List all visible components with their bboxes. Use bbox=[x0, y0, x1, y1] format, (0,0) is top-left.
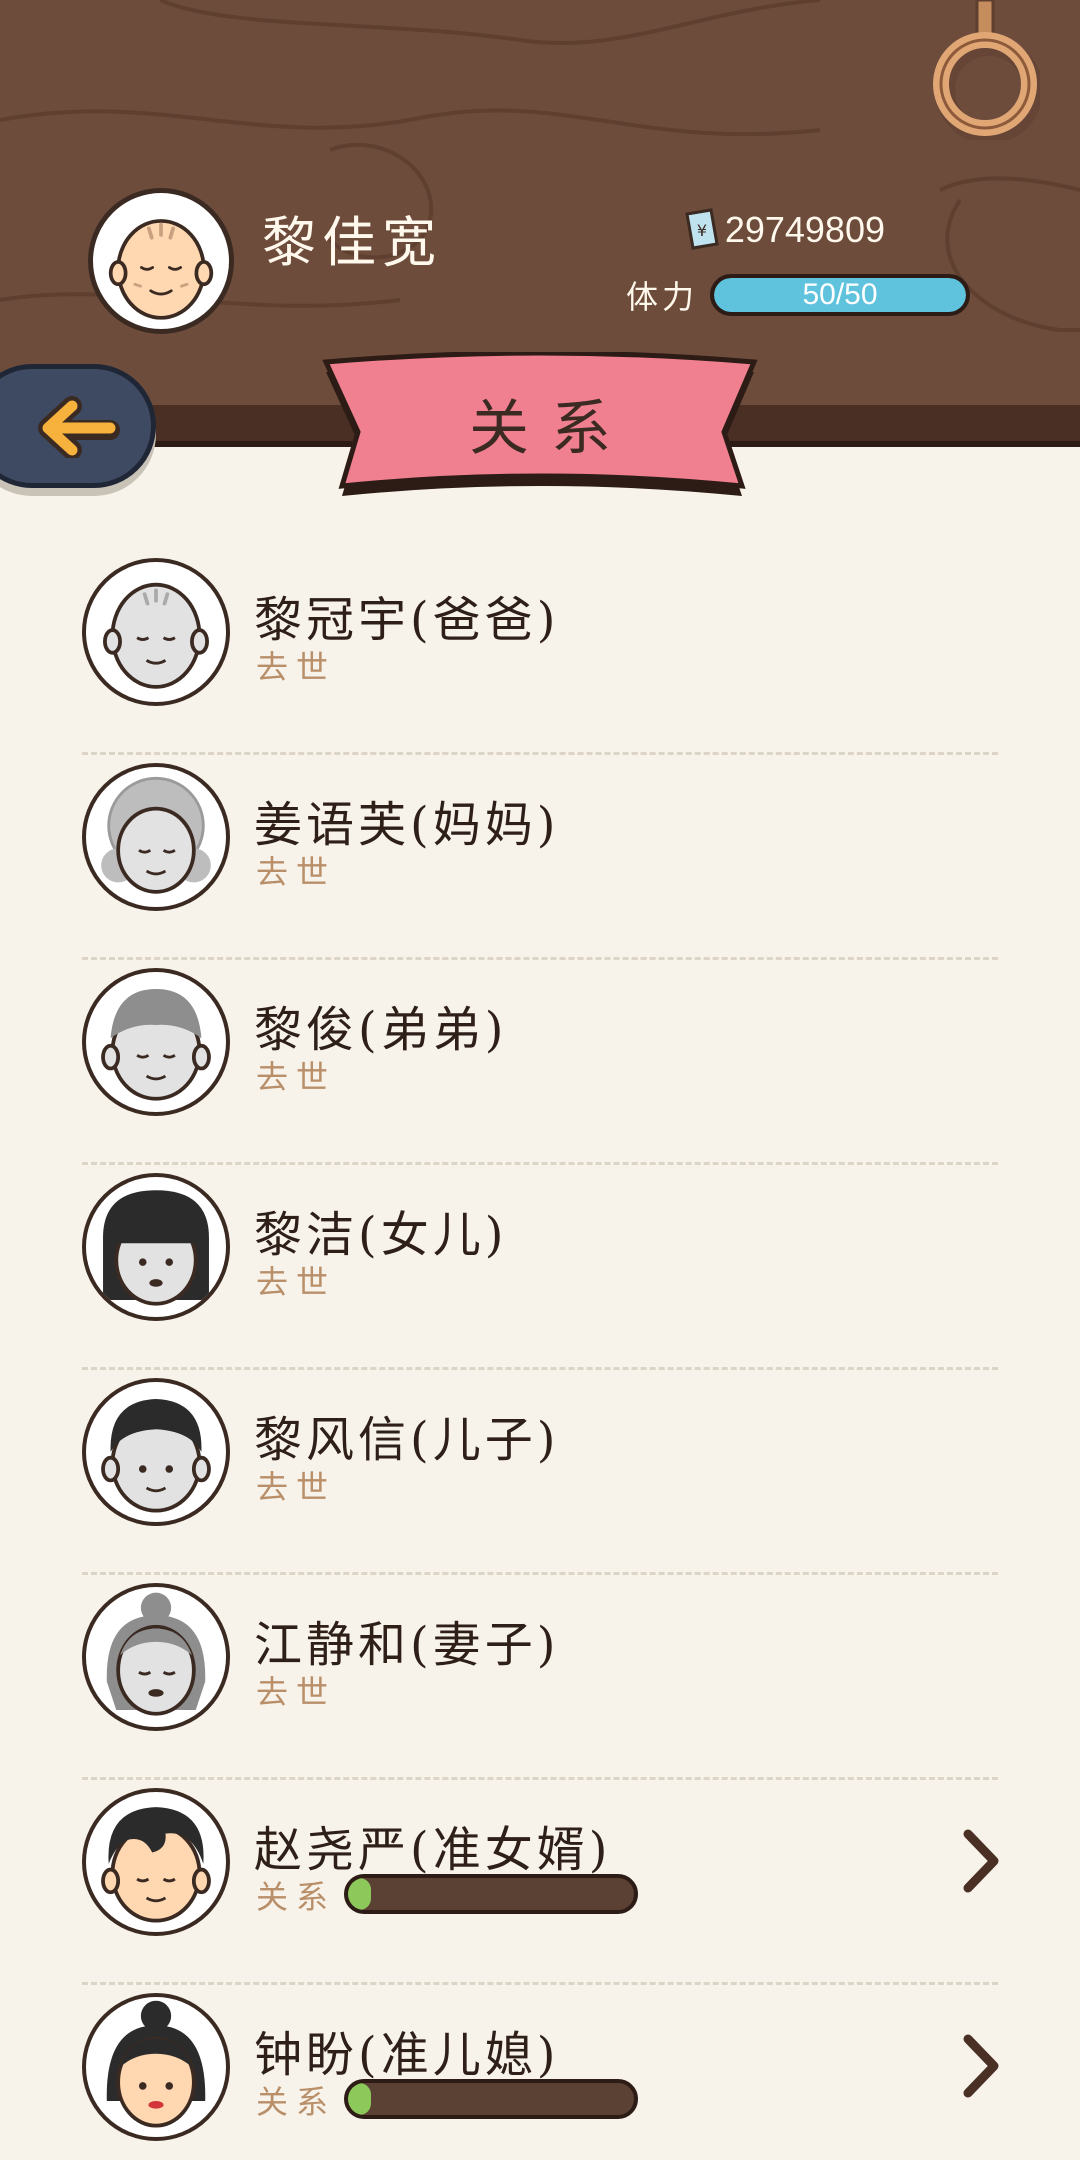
player-face-icon bbox=[108, 219, 214, 320]
chevron-right-icon[interactable] bbox=[960, 1826, 1002, 1896]
chevron-right-icon[interactable] bbox=[960, 2031, 1002, 2101]
relation-list: 黎冠宇(爸爸) 去世 姜语芙(妈妈) 去世 黎俊(弟弟) 去世 黎洁(女儿) 去世 黎风… bbox=[0, 550, 1080, 2160]
relation-row: 姜语芙(妈妈) 去世 bbox=[0, 755, 1080, 960]
relation-avatar bbox=[82, 1173, 230, 1321]
relation-avatar bbox=[82, 558, 230, 706]
back-button[interactable] bbox=[0, 364, 156, 488]
relation-name: 黎冠宇(爸爸) bbox=[254, 592, 560, 648]
money-value: 29749809 bbox=[724, 209, 885, 250]
stamina-label: 体力 bbox=[626, 278, 699, 316]
man-short-hair-face-icon bbox=[101, 1399, 211, 1513]
old-woman-curly-face-icon bbox=[101, 776, 211, 894]
relation-status-deceased: 去世 bbox=[256, 1673, 337, 1711]
relation-name: 黎俊(弟弟) bbox=[254, 1002, 508, 1058]
stamina-bar: 50/50 bbox=[710, 274, 971, 316]
header-wood-panel: 黎佳宽 ¥ 29749809 体力 50/50 bbox=[0, 0, 1080, 405]
relation-status-label: 关系 bbox=[256, 2083, 337, 2121]
stamina-display: 体力 50/50 bbox=[626, 272, 971, 318]
relation-row: 江静和(妻子) 去世 bbox=[0, 1575, 1080, 1780]
relation-level-bar bbox=[344, 1874, 638, 1914]
old-woman-bun-face-icon bbox=[106, 1592, 206, 1716]
stamina-text: 50/50 bbox=[802, 278, 878, 311]
hanging-ring-icon[interactable] bbox=[930, 0, 1040, 140]
relation-avatar bbox=[82, 1788, 230, 1936]
relation-avatar bbox=[82, 1583, 230, 1731]
relation-name: 赵尧严(准女婿) bbox=[254, 1822, 612, 1878]
relation-row: 黎冠宇(爸爸) 去世 bbox=[0, 550, 1080, 755]
banknote-icon: ¥ bbox=[685, 208, 719, 250]
relation-avatar bbox=[82, 968, 230, 1116]
page-title: 关系 bbox=[469, 394, 633, 464]
young-man-face-icon bbox=[101, 1807, 211, 1923]
relation-status-deceased: 去世 bbox=[256, 648, 337, 686]
relation-avatar bbox=[82, 1993, 230, 2141]
old-man-bald-face-icon bbox=[103, 582, 209, 689]
money-display: ¥ 29749809 bbox=[681, 208, 885, 252]
relation-row: 黎风信(儿子) 去世 bbox=[0, 1370, 1080, 1575]
player-name: 黎佳宽 bbox=[262, 211, 442, 274]
relation-name: 钟盼(准儿媳) bbox=[254, 2027, 560, 2083]
young-woman-bun-face-icon bbox=[106, 2000, 206, 2128]
relation-status-deceased: 去世 bbox=[256, 1468, 337, 1506]
relation-name: 黎洁(女儿) bbox=[254, 1207, 508, 1263]
relation-name: 黎风信(儿子) bbox=[254, 1412, 560, 1468]
relation-avatar bbox=[82, 763, 230, 911]
relation-row[interactable]: 钟盼(准儿媳) 关系 bbox=[0, 1985, 1080, 2160]
woman-bob-face-icon bbox=[103, 1190, 209, 1306]
relation-row[interactable]: 赵尧严(准女婿) 关系 bbox=[0, 1780, 1080, 1985]
relation-status-deceased: 去世 bbox=[256, 1263, 337, 1301]
back-arrow-icon bbox=[38, 396, 120, 458]
relation-level-bar bbox=[344, 2079, 638, 2119]
player-avatar[interactable] bbox=[88, 188, 234, 334]
relation-level-fill bbox=[348, 1878, 371, 1910]
svg-text:¥: ¥ bbox=[697, 221, 707, 240]
relation-name: 江静和(妻子) bbox=[254, 1617, 560, 1673]
relation-row: 黎洁(女儿) 去世 bbox=[0, 1165, 1080, 1370]
relation-status-deceased: 去世 bbox=[256, 853, 337, 891]
relation-name: 姜语芙(妈妈) bbox=[254, 797, 560, 853]
relation-level-fill bbox=[348, 2083, 371, 2115]
relation-status-label: 关系 bbox=[256, 1878, 337, 1916]
relation-avatar bbox=[82, 1378, 230, 1526]
relation-status-deceased: 去世 bbox=[256, 1058, 337, 1096]
relation-row: 黎俊(弟弟) 去世 bbox=[0, 960, 1080, 1165]
old-man-hair-face-icon bbox=[101, 989, 211, 1101]
